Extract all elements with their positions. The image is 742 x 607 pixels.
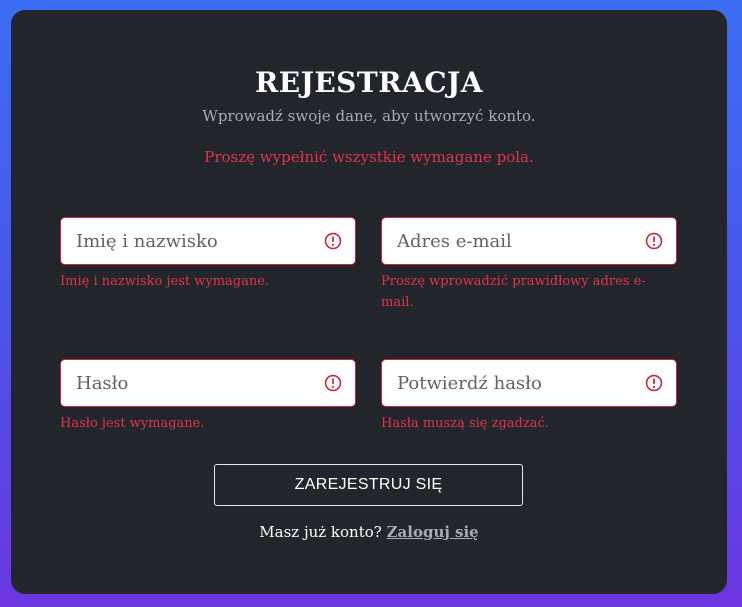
page-subtitle: Wprowadź swoje dane, aby utworzyć konto. bbox=[202, 107, 536, 125]
confirm-password-field-box bbox=[381, 359, 677, 407]
confirm-password-error: Hasła muszą się zgadzać. bbox=[381, 416, 549, 431]
password-field-box bbox=[60, 359, 356, 407]
email-field-group: Proszę wprowadzić prawidłowy adres e-mai… bbox=[381, 217, 677, 313]
email-field-box bbox=[381, 217, 677, 265]
name-field-group: Imię i nazwisko jest wymagane. bbox=[60, 217, 356, 292]
name-error: Imię i nazwisko jest wymagane. bbox=[60, 274, 270, 289]
password-error: Hasło jest wymagane. bbox=[60, 416, 205, 431]
name-input[interactable] bbox=[61, 218, 326, 264]
alert-circle-icon bbox=[324, 232, 342, 250]
password-field-group: Hasło jest wymagane. bbox=[60, 359, 356, 434]
confirm-password-input[interactable] bbox=[382, 360, 647, 406]
login-prompt: Masz już konto? Zaloguj się bbox=[11, 523, 727, 541]
confirm-password-field-group: Hasła muszą się zgadzać. bbox=[381, 359, 677, 434]
page-title: REJESTRACJA bbox=[254, 66, 483, 99]
alert-circle-icon bbox=[645, 374, 663, 392]
password-input[interactable] bbox=[61, 360, 326, 406]
form-error-message: Proszę wypełnić wszystkie wymagane pola. bbox=[204, 148, 534, 166]
alert-circle-icon bbox=[645, 232, 663, 250]
alert-circle-icon bbox=[324, 374, 342, 392]
login-prompt-text: Masz już konto? bbox=[259, 523, 382, 541]
email-error: Proszę wprowadzić prawidłowy adres e-mai… bbox=[381, 274, 646, 310]
register-button[interactable]: ZAREJESTRUJ SIĘ bbox=[214, 464, 523, 506]
login-link[interactable]: Zaloguj się bbox=[387, 523, 479, 541]
name-field-box bbox=[60, 217, 356, 265]
registration-card: REJESTRACJA Wprowadź swoje dane, aby utw… bbox=[11, 10, 727, 594]
email-input[interactable] bbox=[382, 218, 647, 264]
